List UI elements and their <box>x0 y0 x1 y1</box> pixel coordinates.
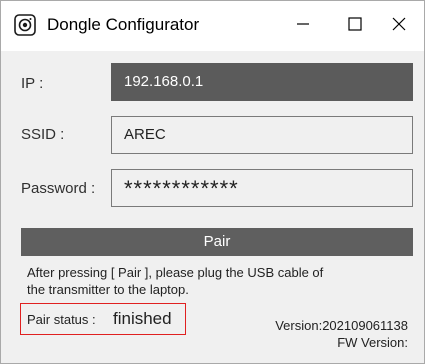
pair-status-box: Pair status : finished <box>20 303 186 335</box>
pair-status-label: Pair status : <box>27 312 96 327</box>
dongle-configurator-window: Dongle Configurator IP : 192.168.0.1 SSI… <box>0 0 425 364</box>
pair-status-value: finished <box>113 309 172 328</box>
ip-label: IP : <box>21 75 44 92</box>
version-info: Version:202109061138 FW Version: <box>275 317 408 351</box>
minimize-icon <box>295 16 311 37</box>
camera-lens-icon <box>14 14 36 36</box>
maximize-icon <box>347 16 363 37</box>
close-button[interactable] <box>373 1 425 51</box>
pair-button[interactable]: Pair <box>21 228 413 256</box>
password-field[interactable]: ************ <box>111 169 413 207</box>
minimize-button[interactable] <box>277 1 329 51</box>
ssid-field[interactable]: AREC <box>111 116 413 154</box>
app-version: Version:202109061138 <box>275 318 408 333</box>
ip-field[interactable]: 192.168.0.1 <box>111 63 413 101</box>
pair-instructions: After pressing [ Pair ], please plug the… <box>27 265 324 297</box>
window-title: Dongle Configurator <box>47 15 200 34</box>
close-icon <box>391 16 407 37</box>
title-bar[interactable]: Dongle Configurator <box>1 1 424 51</box>
fw-version: FW Version: <box>337 335 408 350</box>
password-label: Password : <box>21 180 96 197</box>
ssid-label: SSID : <box>21 126 65 143</box>
